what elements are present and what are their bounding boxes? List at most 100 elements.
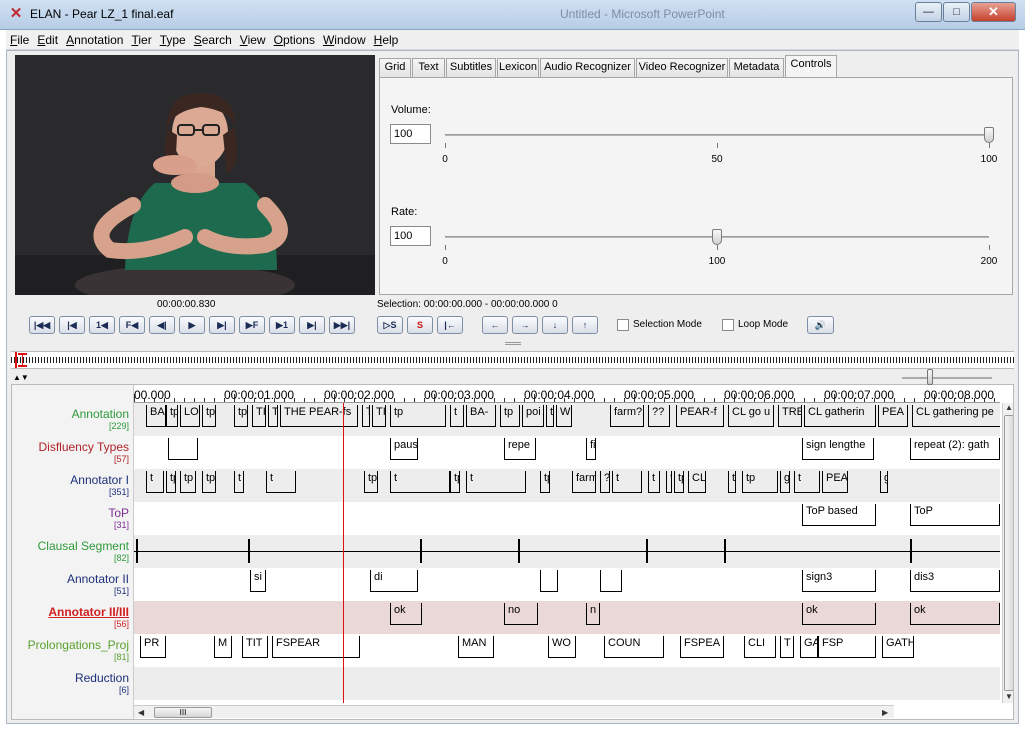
tab-audio-recognizer[interactable]: Audio Recognizer — [540, 58, 635, 77]
annotation-cell[interactable]: ?? — [648, 405, 670, 427]
menu-tier[interactable]: Tier — [127, 30, 155, 47]
tier-label-top[interactable]: ToP — [108, 506, 129, 520]
annotation-cell[interactable]: M — [214, 636, 232, 658]
annotation-cell[interactable]: t — [612, 471, 642, 493]
scroll-right-icon[interactable]: ▶ — [882, 708, 888, 717]
scroll-left-icon[interactable]: ◀ — [138, 708, 144, 717]
annotation-cell[interactable]: dis3 — [910, 570, 1000, 592]
previous-second-button[interactable]: 1◀ — [89, 316, 115, 334]
annotation-cell[interactable]: TI — [252, 405, 266, 427]
annotation-cell[interactable]: no — [504, 603, 538, 625]
annotation-cell[interactable]: LO — [180, 405, 200, 427]
pane-splitter[interactable] — [7, 341, 1018, 346]
tier-down-button[interactable]: ↓ — [542, 316, 568, 334]
clear-selection-button[interactable]: S — [407, 316, 433, 334]
annotation-cell[interactable]: tp — [166, 405, 178, 427]
annotation-cell[interactable]: T — [268, 405, 278, 427]
selection-to-crosshair-button[interactable]: |← — [437, 316, 463, 334]
tier-row[interactable]: si di sign3 dis3 — [134, 568, 1000, 601]
annotation-cell[interactable]: MAN — [458, 636, 494, 658]
next-frame-fast-button[interactable]: ▶| — [299, 316, 325, 334]
annotation-cell[interactable]: COUN — [604, 636, 664, 658]
close-button[interactable]: ✕ — [971, 2, 1016, 22]
rate-slider-thumb[interactable] — [712, 229, 722, 245]
annotation-cell[interactable] — [168, 438, 198, 460]
annotation-cell[interactable]: t — [794, 471, 820, 493]
annotation-cell[interactable]: tp — [390, 405, 446, 427]
menu-annotation[interactable]: Annotation — [62, 30, 127, 47]
play-button[interactable]: ▶ — [179, 316, 205, 334]
annotation-cell[interactable] — [600, 570, 622, 592]
annotation-cell[interactable]: t — [450, 405, 464, 427]
tier-label-reduction[interactable]: Reduction — [75, 671, 129, 685]
annotation-cell[interactable]: FSPEA — [680, 636, 724, 658]
tier-label-prolongations-proj[interactable]: Prolongations_Proj — [28, 638, 129, 652]
annotation-cell[interactable]: t — [390, 471, 450, 493]
tier-row[interactable] — [134, 667, 1000, 700]
tier-row[interactable]: BAtpLOtptpTITTHE PEAR-fsTTItptBA-tppoitW… — [134, 403, 1000, 436]
volume-button[interactable]: 🔊 — [807, 316, 834, 334]
annotation-cell[interactable]: tp — [674, 471, 684, 493]
rate-input[interactable]: 100 — [390, 226, 431, 246]
annotation-cell[interactable]: TI — [372, 405, 386, 427]
annotation-cell[interactable]: t — [146, 471, 164, 493]
vertical-scroll-thumb[interactable] — [1004, 415, 1013, 691]
tier-label-clausal-segment[interactable]: Clausal Segment — [38, 539, 129, 553]
annotation-cell[interactable]: t — [466, 471, 526, 493]
annotation-cell[interactable]: CL go u — [728, 405, 774, 427]
tier-label-annotator-ii-iii[interactable]: Annotator II/III — [48, 605, 129, 619]
annotation-cell[interactable]: tp — [202, 405, 216, 427]
annotation-cell[interactable] — [540, 570, 558, 592]
go-to-end-button[interactable]: ▶▶| — [329, 316, 355, 334]
volume-slider-track[interactable] — [445, 134, 989, 136]
tier-row[interactable]: ToP based ToP — [134, 502, 1000, 535]
menu-edit[interactable]: Edit — [33, 30, 62, 47]
annotation-cell[interactable]: tp — [540, 471, 550, 493]
timeline-overview-strip[interactable] — [11, 351, 1014, 369]
annotation-cell[interactable]: t — [234, 471, 244, 493]
scroll-down-icon[interactable]: ▼ — [1005, 692, 1013, 701]
annotation-cell[interactable]: tp — [742, 471, 778, 493]
annotation-cell[interactable]: poi — [522, 405, 544, 427]
tier-row[interactable] — [134, 535, 1000, 568]
annotation-cell[interactable]: PEA — [822, 471, 848, 493]
previous-selection-end-button[interactable]: ◀| — [149, 316, 175, 334]
annotation-cell[interactable]: GATHERINGF — [882, 636, 914, 658]
previous-frame-fast-button[interactable]: |◀ — [59, 316, 85, 334]
annotation-cell[interactable]: farm? — [610, 405, 644, 427]
next-second-button[interactable]: ▶1 — [269, 316, 295, 334]
annotation-cell[interactable]: CL gatherin — [804, 405, 876, 427]
annotation-cell[interactable]: repe — [504, 438, 536, 460]
menu-search[interactable]: Search — [190, 30, 236, 47]
annotation-cell[interactable]: PR — [140, 636, 166, 658]
menu-type[interactable]: Type — [156, 30, 190, 47]
annotation-cell[interactable]: WO — [548, 636, 576, 658]
annotation-cell[interactable]: t — [546, 405, 554, 427]
next-frame-button[interactable]: ▶F — [239, 316, 265, 334]
menu-options[interactable]: Options — [270, 30, 319, 47]
annotation-cell[interactable]: tr — [728, 471, 736, 493]
tier-label-annotator-ii[interactable]: Annotator II — [67, 572, 129, 586]
annotation-cell[interactable]: tp — [364, 471, 378, 493]
annotation-cell[interactable]: fi — [586, 438, 596, 460]
menu-file[interactable]: File — [6, 30, 33, 47]
annotation-cell[interactable]: ToP — [910, 504, 1000, 526]
annotation-cell[interactable]: THE PEAR-fs — [280, 405, 358, 427]
tab-metadata[interactable]: Metadata — [729, 58, 784, 77]
annotation-cell[interactable]: repeat (2): gath — [910, 438, 1000, 460]
annotation-cell[interactable]: BA- — [466, 405, 496, 427]
annotation-cell[interactable]: ok — [910, 603, 1000, 625]
annotation-cell[interactable]: T — [362, 405, 370, 427]
annotation-cell[interactable]: TRE — [778, 405, 802, 427]
volume-slider-thumb[interactable] — [984, 127, 994, 143]
menu-window[interactable]: Window — [319, 30, 370, 47]
annotation-cell[interactable]: ? — [600, 471, 610, 493]
annotation-cell[interactable]: farm — [572, 471, 596, 493]
next-selection-start-button[interactable]: ▶| — [209, 316, 235, 334]
annotation-cell[interactable]: tp — [450, 471, 460, 493]
annotation-cell[interactable]: BA — [146, 405, 166, 427]
tab-controls[interactable]: Controls — [785, 55, 837, 78]
annotation-cell[interactable]: gathering pea — [880, 471, 888, 493]
annotation-cell[interactable]: ToP based — [802, 504, 876, 526]
annotation-cell[interactable]: CL gathering pe — [912, 405, 1000, 427]
